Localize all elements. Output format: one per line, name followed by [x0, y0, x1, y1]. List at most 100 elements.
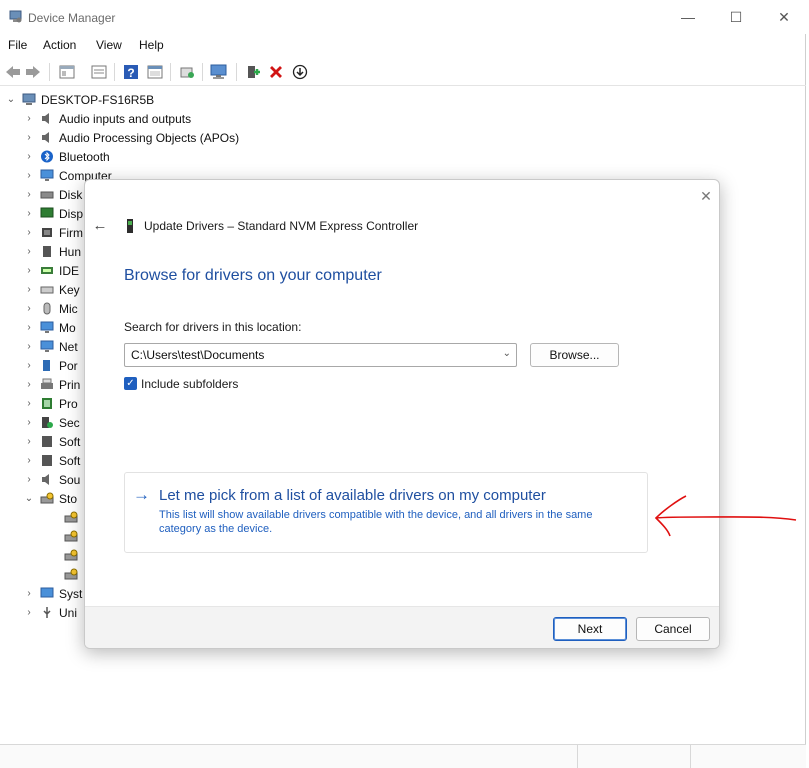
tree-item-label: Firm: [59, 225, 83, 240]
software-icon: [40, 454, 54, 467]
speaker-icon: [40, 473, 54, 486]
include-subfolders-label[interactable]: Include subfolders: [141, 377, 238, 391]
tree-item-label: Disk: [59, 187, 83, 202]
maximize-button[interactable]: ☐: [718, 4, 754, 30]
tree-category-item[interactable]: › Firm: [22, 223, 83, 242]
menu-file[interactable]: File: [8, 38, 27, 52]
view-icon[interactable]: [146, 63, 164, 81]
tree-category-item[interactable]: › Key: [22, 280, 79, 299]
menu-help[interactable]: Help: [139, 38, 164, 52]
chevron-down-icon[interactable]: ⌄: [4, 94, 18, 105]
pick-from-list-option[interactable]: → Let me pick from a list of available d…: [124, 472, 648, 553]
chevron-right-icon[interactable]: ›: [22, 208, 36, 219]
tree-category-item[interactable]: › Disk: [22, 185, 82, 204]
computer-icon: [22, 93, 36, 106]
tree-category-item[interactable]: › IDE: [22, 261, 79, 280]
chevron-right-icon[interactable]: ›: [22, 417, 36, 428]
tree-category-item[interactable]: › Mo: [22, 318, 75, 337]
tree-child-item[interactable]: [46, 508, 83, 527]
chevron-right-icon[interactable]: ›: [22, 227, 36, 238]
scan-hardware-icon[interactable]: [210, 63, 228, 81]
driver-path-combobox[interactable]: C:\Users\test\Documents ⌄: [124, 343, 517, 367]
close-button[interactable]: ✕: [766, 4, 802, 30]
chevron-right-icon[interactable]: ›: [22, 379, 36, 390]
status-divider: [577, 745, 578, 768]
cancel-button[interactable]: Cancel: [636, 617, 710, 641]
tree-category-item[interactable]: › Sou: [22, 470, 80, 489]
show-hide-tree-icon[interactable]: [58, 63, 76, 81]
search-location-label: Search for drivers in this location:: [124, 320, 302, 334]
chevron-right-icon[interactable]: ›: [22, 607, 36, 618]
title-bar: Device Manager — ☐ ✕: [0, 0, 806, 34]
mouse-icon: [40, 302, 54, 315]
menu-view[interactable]: View: [96, 38, 122, 52]
enable-device-icon[interactable]: [244, 63, 262, 81]
tree-child-item[interactable]: [46, 546, 83, 565]
chevron-right-icon[interactable]: ›: [22, 151, 36, 162]
back-arrow-icon[interactable]: ←: [91, 216, 109, 234]
tree-category-item[interactable]: › Disp: [22, 204, 83, 223]
chevron-right-icon[interactable]: ›: [22, 398, 36, 409]
tree-item-label: IDE: [59, 263, 80, 278]
next-button[interactable]: Next: [553, 617, 627, 641]
chevron-right-icon[interactable]: ›: [22, 341, 36, 352]
tree-category-item[interactable]: › Por: [22, 356, 78, 375]
help-icon[interactable]: ?: [122, 63, 140, 81]
tree-category-item[interactable]: › Prin: [22, 375, 80, 394]
tree-child-item[interactable]: [46, 527, 83, 546]
tree-category-item[interactable]: ⌄ Sto: [22, 489, 77, 508]
tree-category-item[interactable]: › Soft: [22, 432, 80, 451]
tree-category-item[interactable]: › Audio Processing Objects (APOs): [22, 128, 239, 147]
ide-icon: [40, 264, 54, 277]
network-icon: [40, 340, 54, 353]
chevron-right-icon[interactable]: ›: [22, 360, 36, 371]
tree-category-item[interactable]: › Uni: [22, 603, 77, 622]
chevron-right-icon[interactable]: ›: [22, 246, 36, 257]
menu-action[interactable]: Action: [43, 38, 76, 52]
tree-category-item[interactable]: › Bluetooth: [22, 147, 109, 166]
download-icon[interactable]: [291, 63, 309, 81]
chevron-down-icon[interactable]: ⌄: [22, 493, 36, 504]
tree-item-label: Soft: [59, 453, 81, 468]
tree-category-item[interactable]: › Net: [22, 337, 77, 356]
dialog-close-button[interactable]: ✕: [693, 184, 719, 208]
chevron-down-icon[interactable]: ⌄: [503, 348, 511, 359]
tree-category-item[interactable]: › Hun: [22, 242, 81, 261]
tree-category-item[interactable]: › Soft: [22, 451, 80, 470]
chevron-right-icon[interactable]: ›: [22, 113, 36, 124]
tree-category-item[interactable]: › Syst: [22, 584, 82, 603]
include-subfolders-checkbox[interactable]: ✓: [124, 377, 137, 390]
tree-root[interactable]: ⌄ DESKTOP-FS16R5B: [4, 90, 154, 109]
pick-from-list-title[interactable]: Let me pick from a list of available dri…: [159, 487, 546, 504]
dialog-heading: Browse for drivers on your computer: [124, 267, 382, 284]
chevron-right-icon[interactable]: ›: [22, 322, 36, 333]
chevron-right-icon[interactable]: ›: [22, 284, 36, 295]
chevron-right-icon[interactable]: ›: [22, 474, 36, 485]
chevron-right-icon[interactable]: ›: [22, 436, 36, 447]
chevron-right-icon[interactable]: ›: [22, 170, 36, 181]
tree-category-item[interactable]: › Mic: [22, 299, 77, 318]
uninstall-icon[interactable]: [267, 63, 285, 81]
update-driver-icon[interactable]: [178, 63, 196, 81]
window-title: Device Manager: [28, 11, 116, 25]
chevron-right-icon[interactable]: ›: [22, 588, 36, 599]
chevron-right-icon[interactable]: ›: [22, 132, 36, 143]
properties-icon[interactable]: [90, 63, 108, 81]
chevron-right-icon[interactable]: ›: [22, 303, 36, 314]
forward-icon[interactable]: [24, 63, 42, 81]
svg-text:?: ?: [127, 66, 134, 80]
tree-category-item[interactable]: › Pro: [22, 394, 77, 413]
back-icon[interactable]: [4, 63, 22, 81]
tree-child-item[interactable]: [46, 565, 83, 584]
tree-item-label: Por: [59, 358, 78, 373]
tree-category-item[interactable]: › Sec: [22, 413, 79, 432]
device-manager-app-icon: [9, 10, 22, 23]
browse-button[interactable]: Browse...: [530, 343, 619, 367]
minimize-button[interactable]: —: [670, 4, 706, 30]
driver-path-value[interactable]: C:\Users\test\Documents: [131, 348, 264, 362]
chevron-right-icon[interactable]: ›: [22, 455, 36, 466]
chevron-right-icon[interactable]: ›: [22, 189, 36, 200]
tree-category-item[interactable]: › Audio inputs and outputs: [22, 109, 191, 128]
chevron-right-icon[interactable]: ›: [22, 265, 36, 276]
port-icon: [40, 359, 54, 372]
